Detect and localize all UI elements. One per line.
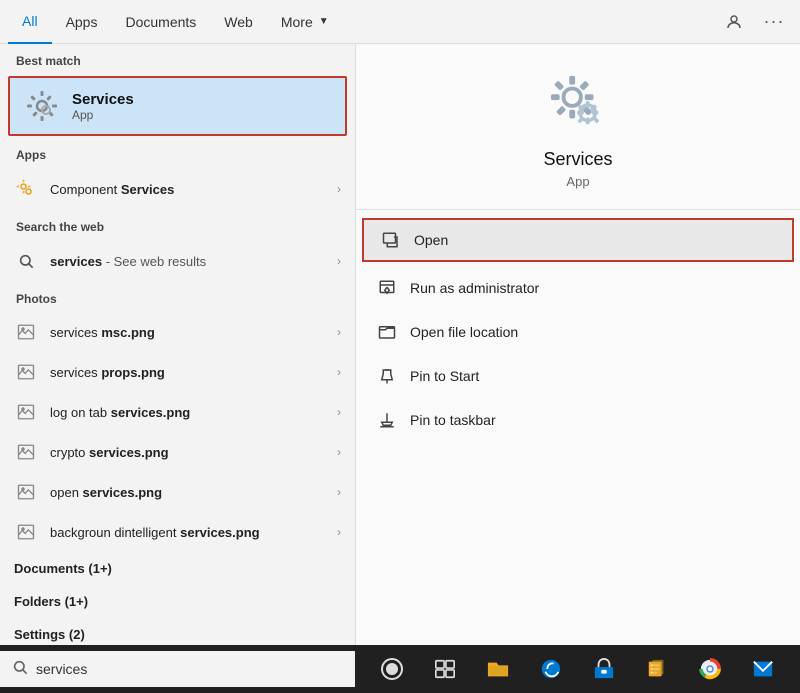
component-services-icon [14, 177, 38, 201]
arrow: › [337, 485, 341, 499]
taskbar-search-icon [12, 659, 28, 679]
pin-to-start-action[interactable]: Pin to Start [356, 354, 800, 398]
gear-cog-icon [16, 179, 36, 199]
component-services-item[interactable]: Component Services › [0, 168, 355, 210]
nav-right-actions: ··· [716, 4, 792, 40]
arrow-icon: › [337, 182, 341, 196]
taskbar: services [0, 645, 800, 693]
services-app-icon-large [549, 74, 607, 137]
mail-btn[interactable] [746, 652, 780, 686]
component-services-label: Component Services [50, 182, 337, 197]
open-file-location-action[interactable]: Open file location [356, 310, 800, 354]
arrow: › [337, 525, 341, 539]
best-match-item[interactable]: Services App [8, 76, 347, 136]
person-icon [725, 13, 743, 31]
best-match-subtitle: App [72, 108, 134, 122]
more-options-btn[interactable]: ··· [756, 4, 792, 40]
person-icon-btn[interactable] [716, 4, 752, 40]
pin-to-taskbar-icon [376, 409, 398, 431]
tab-all[interactable]: All [8, 0, 52, 44]
file-explorer-btn[interactable] [481, 652, 515, 686]
top-navigation: All Apps Documents Web More ▼ ··· [0, 0, 800, 44]
file-item-6[interactable]: backgroun dintelligent services.png › [0, 512, 355, 552]
open-file-location-label: Open file location [410, 324, 518, 340]
file-item-2[interactable]: services props.png › [0, 352, 355, 392]
image-icon-6 [14, 520, 38, 544]
taskbar-search-box[interactable]: services [0, 651, 355, 687]
task-view-btn[interactable] [428, 652, 462, 686]
action-list: Open Run as administrator [356, 210, 800, 446]
best-match-title: Services [72, 91, 134, 108]
ellipsis-icon: ··· [764, 11, 785, 32]
tab-apps[interactable]: Apps [52, 0, 112, 44]
documents-section[interactable]: Documents (1+) [0, 552, 355, 585]
open-icon [380, 229, 402, 251]
arrow: › [337, 405, 341, 419]
search-taskbar-btn[interactable] [375, 652, 409, 686]
app-type: App [566, 174, 589, 189]
tab-web[interactable]: Web [210, 0, 267, 44]
best-match-label: Best match [0, 44, 355, 74]
file-item-3[interactable]: log on tab services.png › [0, 392, 355, 432]
pin-to-start-icon [376, 365, 398, 387]
photos-section-label: Photos [0, 282, 355, 312]
open-label: Open [414, 232, 448, 248]
taskbar-search-text: services [36, 661, 87, 677]
image-icon-4 [14, 440, 38, 464]
tab-documents[interactable]: Documents [111, 0, 210, 44]
files-btn[interactable] [640, 652, 674, 686]
run-as-admin-label: Run as administrator [410, 280, 539, 296]
folders-section[interactable]: Folders (1+) [0, 585, 355, 618]
chrome-btn[interactable] [693, 652, 727, 686]
image-icon-3 [14, 400, 38, 424]
run-as-admin-action[interactable]: Run as administrator [356, 266, 800, 310]
arrow: › [337, 325, 341, 339]
file-6-label: backgroun dintelligent services.png [50, 525, 337, 540]
run-as-admin-icon [376, 277, 398, 299]
taskbar-icons-row [355, 652, 800, 686]
apps-section-label: Apps [0, 138, 355, 168]
services-app-icon [24, 88, 60, 124]
pin-to-taskbar-action[interactable]: Pin to taskbar [356, 398, 800, 442]
tab-more[interactable]: More ▼ [267, 0, 343, 44]
file-item-4[interactable]: crypto services.png › [0, 432, 355, 472]
main-area: Best match [0, 44, 800, 645]
file-2-label: services props.png [50, 365, 337, 380]
image-icon-2 [14, 360, 38, 384]
chevron-down-icon: ▼ [319, 16, 329, 27]
pin-to-start-label: Pin to Start [410, 368, 479, 384]
file-item-1[interactable]: services msc.png › [0, 312, 355, 352]
file-3-label: log on tab services.png [50, 405, 337, 420]
edge-btn[interactable] [534, 652, 568, 686]
image-icon-1 [14, 320, 38, 344]
store-btn[interactable] [587, 652, 621, 686]
arrow: › [337, 365, 341, 379]
best-match-text: Services App [72, 91, 134, 122]
arrow: › [337, 445, 341, 459]
web-search-item[interactable]: services - See web results › [0, 240, 355, 282]
search-icon [14, 249, 38, 273]
app-name: Services [543, 149, 612, 170]
open-action[interactable]: Open [362, 218, 794, 262]
file-item-5[interactable]: open services.png › [0, 472, 355, 512]
settings-section[interactable]: Settings (2) [0, 618, 355, 645]
search-web-label: Search the web [0, 210, 355, 240]
file-1-label: services msc.png [50, 325, 337, 340]
image-icon-5 [14, 480, 38, 504]
gear-icon-small [26, 90, 58, 122]
right-panel: Services App Open [355, 44, 800, 645]
web-search-text: services - See web results [50, 254, 337, 269]
web-search-arrow: › [337, 254, 341, 268]
file-4-label: crypto services.png [50, 445, 337, 460]
app-detail-header: Services App [356, 44, 800, 210]
pin-to-taskbar-label: Pin to taskbar [410, 412, 496, 428]
file-5-label: open services.png [50, 485, 337, 500]
open-file-location-icon [376, 321, 398, 343]
left-panel: Best match [0, 44, 355, 645]
